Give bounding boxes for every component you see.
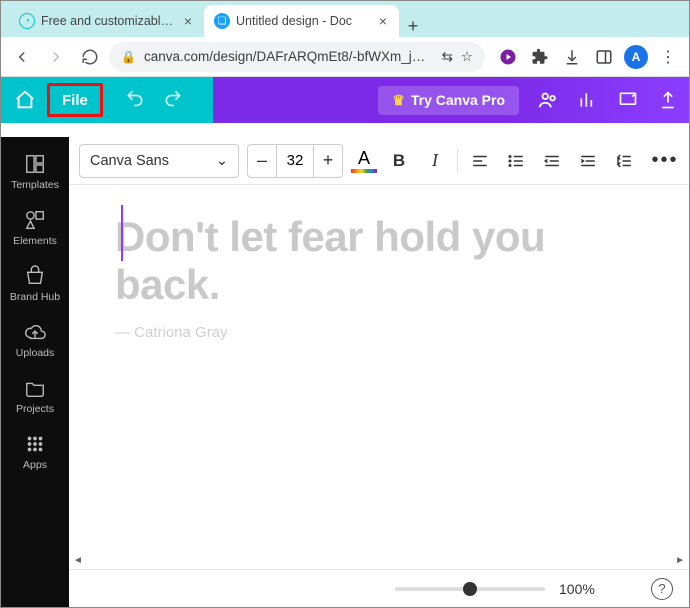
spacing-button[interactable] <box>610 147 638 175</box>
tab-close-icon[interactable]: × <box>377 13 389 29</box>
sidebar-label: Apps <box>23 459 47 471</box>
analytics-icon[interactable] <box>577 90 599 110</box>
font-name: Canva Sans <box>90 153 169 169</box>
share-icon[interactable] <box>657 90 679 110</box>
star-icon[interactable]: ☆ <box>461 49 473 65</box>
sidebar-label: Projects <box>16 403 54 415</box>
collab-icon[interactable] <box>537 89 559 111</box>
text-toolbar: Canva Sans ⌄ – 32 + A B I ••• <box>69 137 689 185</box>
color-bar <box>351 169 377 173</box>
author-placeholder[interactable]: — Catriona Gray <box>115 324 653 341</box>
back-button[interactable] <box>7 42 37 72</box>
font-size-stepper: – 32 + <box>247 144 343 178</box>
outdent-button[interactable] <box>538 147 566 175</box>
sidebar-label: Brand Hub <box>10 291 60 303</box>
sidebar-label: Templates <box>11 179 59 191</box>
text-color-A: A <box>351 148 377 169</box>
browser-tabstrip: ◔ Free and customizable Instag × ❏ Untit… <box>1 1 689 37</box>
browser-tab-1[interactable]: ❏ Untitled design - Doc × <box>204 5 399 37</box>
horizontal-scrollbar[interactable]: ◄ ► <box>69 551 689 569</box>
indent-button[interactable] <box>574 147 602 175</box>
sidebar-item-projects[interactable]: Projects <box>1 369 69 425</box>
document-canvas[interactable]: Don't let fear hold you back. — Catriona… <box>69 185 689 551</box>
font-selector[interactable]: Canva Sans ⌄ <box>79 144 239 178</box>
favicon-doc: ❏ <box>214 13 230 29</box>
browser-tab-0[interactable]: ◔ Free and customizable Instag × <box>9 5 204 37</box>
zoom-value[interactable]: 100% <box>559 581 595 597</box>
toolbar-separator <box>457 149 458 173</box>
scroll-right-icon[interactable]: ► <box>675 555 685 566</box>
url-text: canva.com/design/DAFrARQmEt8/-bfWXm_jW… <box>144 49 434 64</box>
sidebar-item-templates[interactable]: Templates <box>1 145 69 201</box>
redo-button[interactable] <box>163 88 183 113</box>
sidebar-item-uploads[interactable]: Uploads <box>1 313 69 369</box>
translate-icon[interactable]: ⇆ <box>442 49 453 65</box>
text-cursor <box>121 205 123 261</box>
zoom-slider[interactable] <box>395 587 545 591</box>
play-extension-icon[interactable] <box>493 42 523 72</box>
sidebar-label: Elements <box>13 235 57 247</box>
favicon-canva: ◔ <box>19 13 35 29</box>
italic-button[interactable]: I <box>421 147 449 175</box>
size-value[interactable]: 32 <box>276 145 314 177</box>
editor-footer: 100% ? <box>69 569 689 607</box>
present-icon[interactable] <box>617 90 639 110</box>
try-pro-label: Try Canva Pro <box>411 92 505 108</box>
home-icon[interactable] <box>7 82 43 118</box>
sidebar-item-brandhub[interactable]: Brand Hub <box>1 257 69 313</box>
scroll-left-icon[interactable]: ◄ <box>73 555 83 566</box>
new-tab-button[interactable]: + <box>399 16 427 37</box>
crown-icon: ♛ <box>392 92 405 109</box>
chevron-down-icon: ⌄ <box>216 153 228 169</box>
forward-button[interactable] <box>41 42 71 72</box>
kebab-menu-icon[interactable]: ⋮ <box>653 42 683 72</box>
headline-placeholder[interactable]: Don't let fear hold you back. <box>115 213 653 310</box>
text-color-button[interactable]: A <box>351 148 377 173</box>
size-decrement[interactable]: – <box>248 145 276 177</box>
tab-title: Untitled design - Doc <box>236 14 371 28</box>
size-increment[interactable]: + <box>314 145 342 177</box>
file-menu-button[interactable]: File <box>47 83 103 117</box>
sidebar-item-apps[interactable]: Apps <box>1 425 69 481</box>
lock-icon: 🔒 <box>121 50 136 64</box>
tab-close-icon[interactable]: × <box>182 13 194 29</box>
download-icon[interactable] <box>557 42 587 72</box>
align-button[interactable] <box>466 147 494 175</box>
extensions-icon[interactable] <box>525 42 555 72</box>
canva-topbar: File ♛ Try Canva Pro <box>1 77 689 123</box>
panel-icon[interactable] <box>589 42 619 72</box>
undo-button[interactable] <box>125 88 145 113</box>
reload-button[interactable] <box>75 42 105 72</box>
profile-avatar[interactable]: A <box>621 42 651 72</box>
help-button[interactable]: ? <box>651 578 673 600</box>
sidebar-item-elements[interactable]: Elements <box>1 201 69 257</box>
list-button[interactable] <box>502 147 530 175</box>
more-button[interactable]: ••• <box>651 147 679 175</box>
browser-address-bar: 🔒 canva.com/design/DAFrARQmEt8/-bfWXm_jW… <box>1 37 689 77</box>
bold-button[interactable]: B <box>385 147 413 175</box>
zoom-thumb[interactable] <box>463 582 477 596</box>
url-field[interactable]: 🔒 canva.com/design/DAFrARQmEt8/-bfWXm_jW… <box>109 42 485 72</box>
side-panel: Templates Elements Brand Hub Uploads Pro… <box>1 137 69 607</box>
sidebar-label: Uploads <box>16 347 55 359</box>
tab-title: Free and customizable Instag <box>41 14 176 28</box>
try-pro-button[interactable]: ♛ Try Canva Pro <box>378 86 519 115</box>
